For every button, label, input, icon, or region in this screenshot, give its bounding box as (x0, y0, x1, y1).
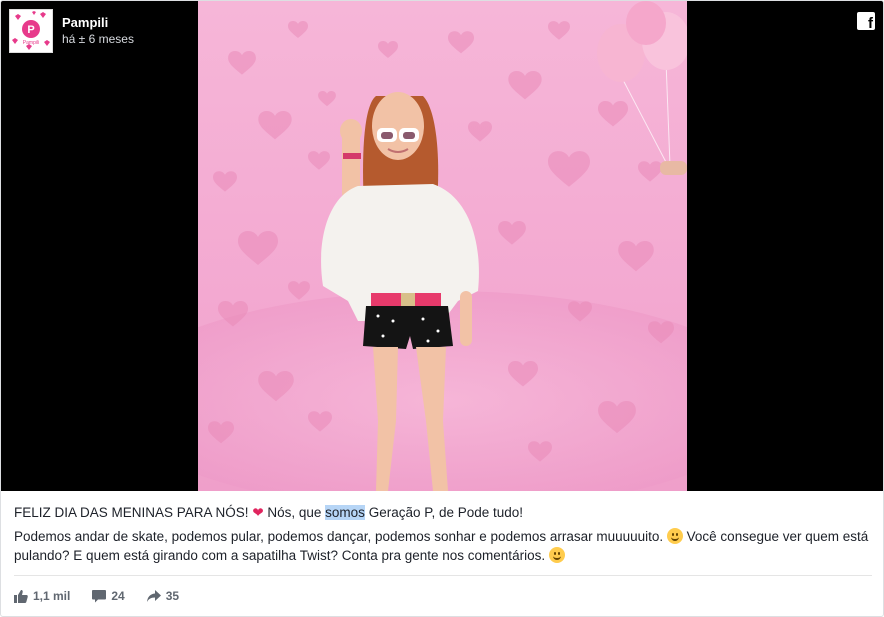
heart-emoji-icon: ❤ (252, 505, 264, 520)
caption-line-1: FELIZ DIA DAS MENINAS PARA NÓS! ❤ Nós, q… (14, 505, 524, 520)
page-avatar[interactable]: P Pampili (9, 9, 53, 53)
comment-icon (92, 589, 107, 602)
post-stats: 1,1 mil 24 35 (14, 589, 201, 603)
shares-count[interactable]: 35 (146, 589, 179, 603)
post-caption: FELIZ DIA DAS MENINAS PARA NÓS! ❤ Nós, q… (14, 503, 874, 570)
post-photo[interactable] (198, 1, 687, 491)
facebook-icon[interactable]: f (857, 12, 875, 31)
embedded-post: P Pampili Pampili há ± 6 meses f FELIZ D… (0, 0, 884, 617)
grinning-emoji-icon (666, 528, 683, 544)
divider (14, 575, 872, 576)
smiling-emoji-icon (548, 547, 565, 563)
post-timestamp[interactable]: há ± 6 meses (62, 31, 134, 48)
share-icon (146, 590, 161, 602)
post-media[interactable]: P Pampili Pampili há ± 6 meses f (1, 1, 883, 491)
like-icon (14, 589, 28, 603)
comments-count[interactable]: 24 (92, 589, 125, 603)
pampili-logo: P Pampili (10, 10, 52, 52)
photo-illustration (198, 1, 687, 491)
selected-text: somos (325, 505, 365, 520)
svg-text:Pampili: Pampili (23, 40, 39, 46)
likes-count[interactable]: 1,1 mil (14, 589, 70, 603)
page-info: Pampili há ± 6 meses (62, 14, 134, 48)
caption-line-2: Podemos andar de skate, podemos pular, p… (14, 528, 869, 563)
post-header: P Pampili Pampili há ± 6 meses (9, 9, 134, 53)
svg-text:P: P (27, 24, 34, 36)
page-name-link[interactable]: Pampili (62, 14, 134, 31)
